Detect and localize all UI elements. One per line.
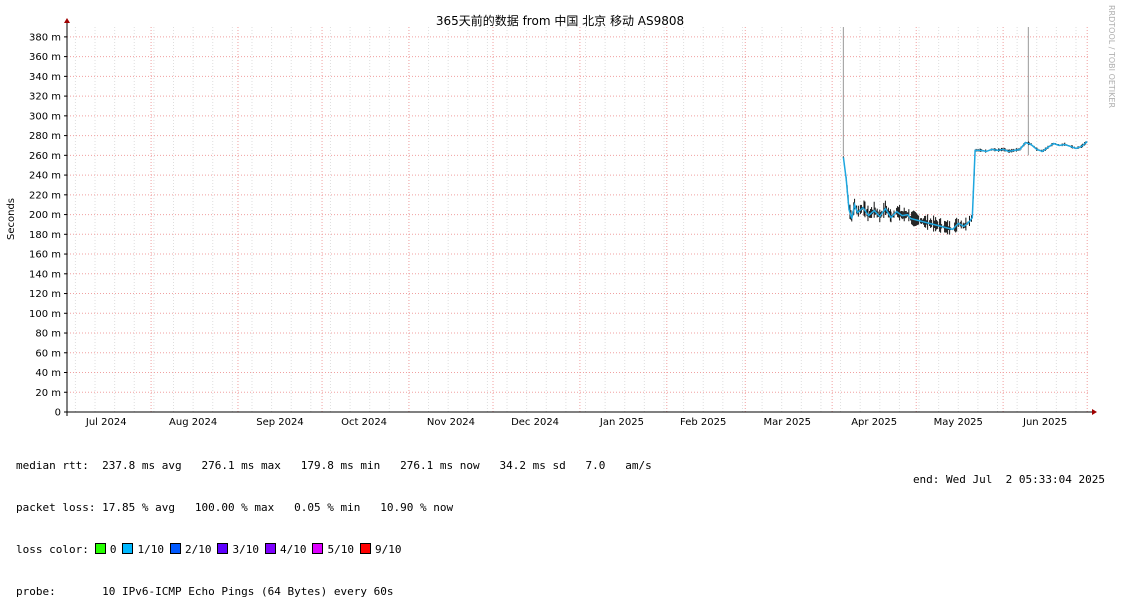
loss-color-swatch (312, 543, 324, 554)
loss-color-swatch-label: 5/10 (327, 543, 354, 556)
loss-color-swatch-label: 2/10 (184, 543, 212, 556)
axis-layer (64, 18, 1097, 416)
y-tick-label: 360 m (29, 52, 61, 63)
packet-loss-line: packet loss: 17.85 % avg 100.00 % max 0.… (16, 501, 652, 515)
end-timestamp: end: Wed Jul 2 05:33:04 2025 (912, 473, 1105, 486)
y-tick-label: 200 m (29, 210, 61, 221)
series-layer (842, 27, 1088, 235)
x-tick-label: Nov 2024 (427, 417, 475, 428)
y-tick-label: 100 m (29, 309, 61, 320)
x-tick-label: Apr 2025 (851, 417, 897, 428)
watermark: RRDTOOL / TOBI OETIKER (1107, 5, 1116, 108)
loss-color-list: 0 1/10 2/10 3/10 4/10 5/10 9/10 (89, 543, 402, 556)
y-tick-label: 20 m (35, 388, 61, 399)
x-tick-label: Dec 2024 (511, 417, 559, 428)
y-tick-label: 260 m (29, 151, 61, 162)
y-tick-label: 280 m (29, 131, 61, 142)
y-tick-label: 240 m (29, 171, 61, 182)
x-tick-label: Mar 2025 (764, 417, 812, 428)
legend: median rtt: 237.8 ms avg 276.1 ms max 17… (16, 431, 652, 613)
packet-loss-label: packet loss: (16, 501, 96, 514)
loss-color-swatch (359, 543, 371, 554)
probe-line: probe: 10 IPv6-ICMP Echo Pings (64 Bytes… (16, 585, 652, 599)
loss-color-swatch-label: 0 (109, 543, 117, 556)
y-tick-label: 140 m (29, 269, 61, 280)
x-tick-label: Oct 2024 (341, 417, 387, 428)
chart-title: 365天前的数据 from 中国 北京 移动 AS9808 (436, 13, 684, 28)
x-tick-label: May 2025 (934, 417, 983, 428)
y-tick-label: 60 m (35, 348, 61, 359)
x-tick-label: Sep 2024 (256, 417, 303, 428)
loss-color-swatch-label: 9/10 (374, 543, 402, 556)
loss-color-swatch-label: 4/10 (279, 543, 307, 556)
x-tick-label: Jul 2024 (85, 417, 127, 428)
loss-color-swatch (169, 543, 181, 554)
x-tick-label: Jan 2025 (599, 417, 644, 428)
x-tick-label: Aug 2024 (169, 417, 217, 428)
y-tick-label: 300 m (29, 111, 61, 122)
chart-area: 0 20 m 40 m 60 m 80 m 100 m 120 m 140 m 160 m 180… (6, 5, 1116, 428)
y-tick-label: 160 m (29, 250, 61, 261)
y-tick-label: 80 m (35, 329, 61, 340)
median-rtt-label: median rtt: (16, 459, 89, 472)
label-layer: 0 20 m 40 m 60 m 80 m 100 m 120 m 140 m 160 m 180… (29, 32, 1067, 428)
y-tick-label: 380 m (29, 32, 61, 43)
series-line (842, 140, 1088, 231)
grid-layer (67, 27, 1090, 412)
probe-label: probe: (16, 585, 56, 598)
median-rtt-values: 237.8 ms avg 276.1 ms max 179.8 ms min 2… (102, 459, 652, 472)
loss-color-swatch-label: 3/10 (232, 543, 259, 556)
y-axis-label: Seconds (6, 198, 17, 240)
y-axis-arrow (64, 18, 70, 23)
y-tick-label: 340 m (29, 72, 61, 83)
y-tick-label: 220 m (29, 190, 61, 201)
median-rtt-line: median rtt: 237.8 ms avg 276.1 ms max 17… (16, 459, 652, 473)
x-tick-label: Jun 2025 (1022, 417, 1067, 428)
y-tick-label: 180 m (29, 230, 61, 241)
loss-color-swatch-label: 1/10 (137, 543, 164, 556)
probe-text: 10 IPv6-ICMP Echo Pings (64 Bytes) every… (102, 585, 394, 598)
y-tick-label: 120 m (29, 289, 61, 300)
x-axis-arrow (1092, 409, 1097, 415)
y-tick-label: 0 (55, 408, 61, 419)
y-tick-label: 40 m (35, 368, 61, 379)
loss-color-swatch (122, 543, 134, 554)
loss-color-swatch (217, 543, 229, 554)
x-tick-label: Feb 2025 (680, 417, 726, 428)
loss-color-line: loss color: 0 1/10 2/10 3/10 4/10 5/10 9/10 (16, 543, 652, 557)
loss-color-swatch (264, 543, 276, 554)
loss-color-swatch (94, 543, 106, 554)
loss-color-label: loss color: (16, 543, 89, 556)
y-tick-label: 320 m (29, 92, 61, 103)
packet-loss-values: 17.85 % avg 100.00 % max 0.05 % min 10.9… (102, 501, 454, 514)
